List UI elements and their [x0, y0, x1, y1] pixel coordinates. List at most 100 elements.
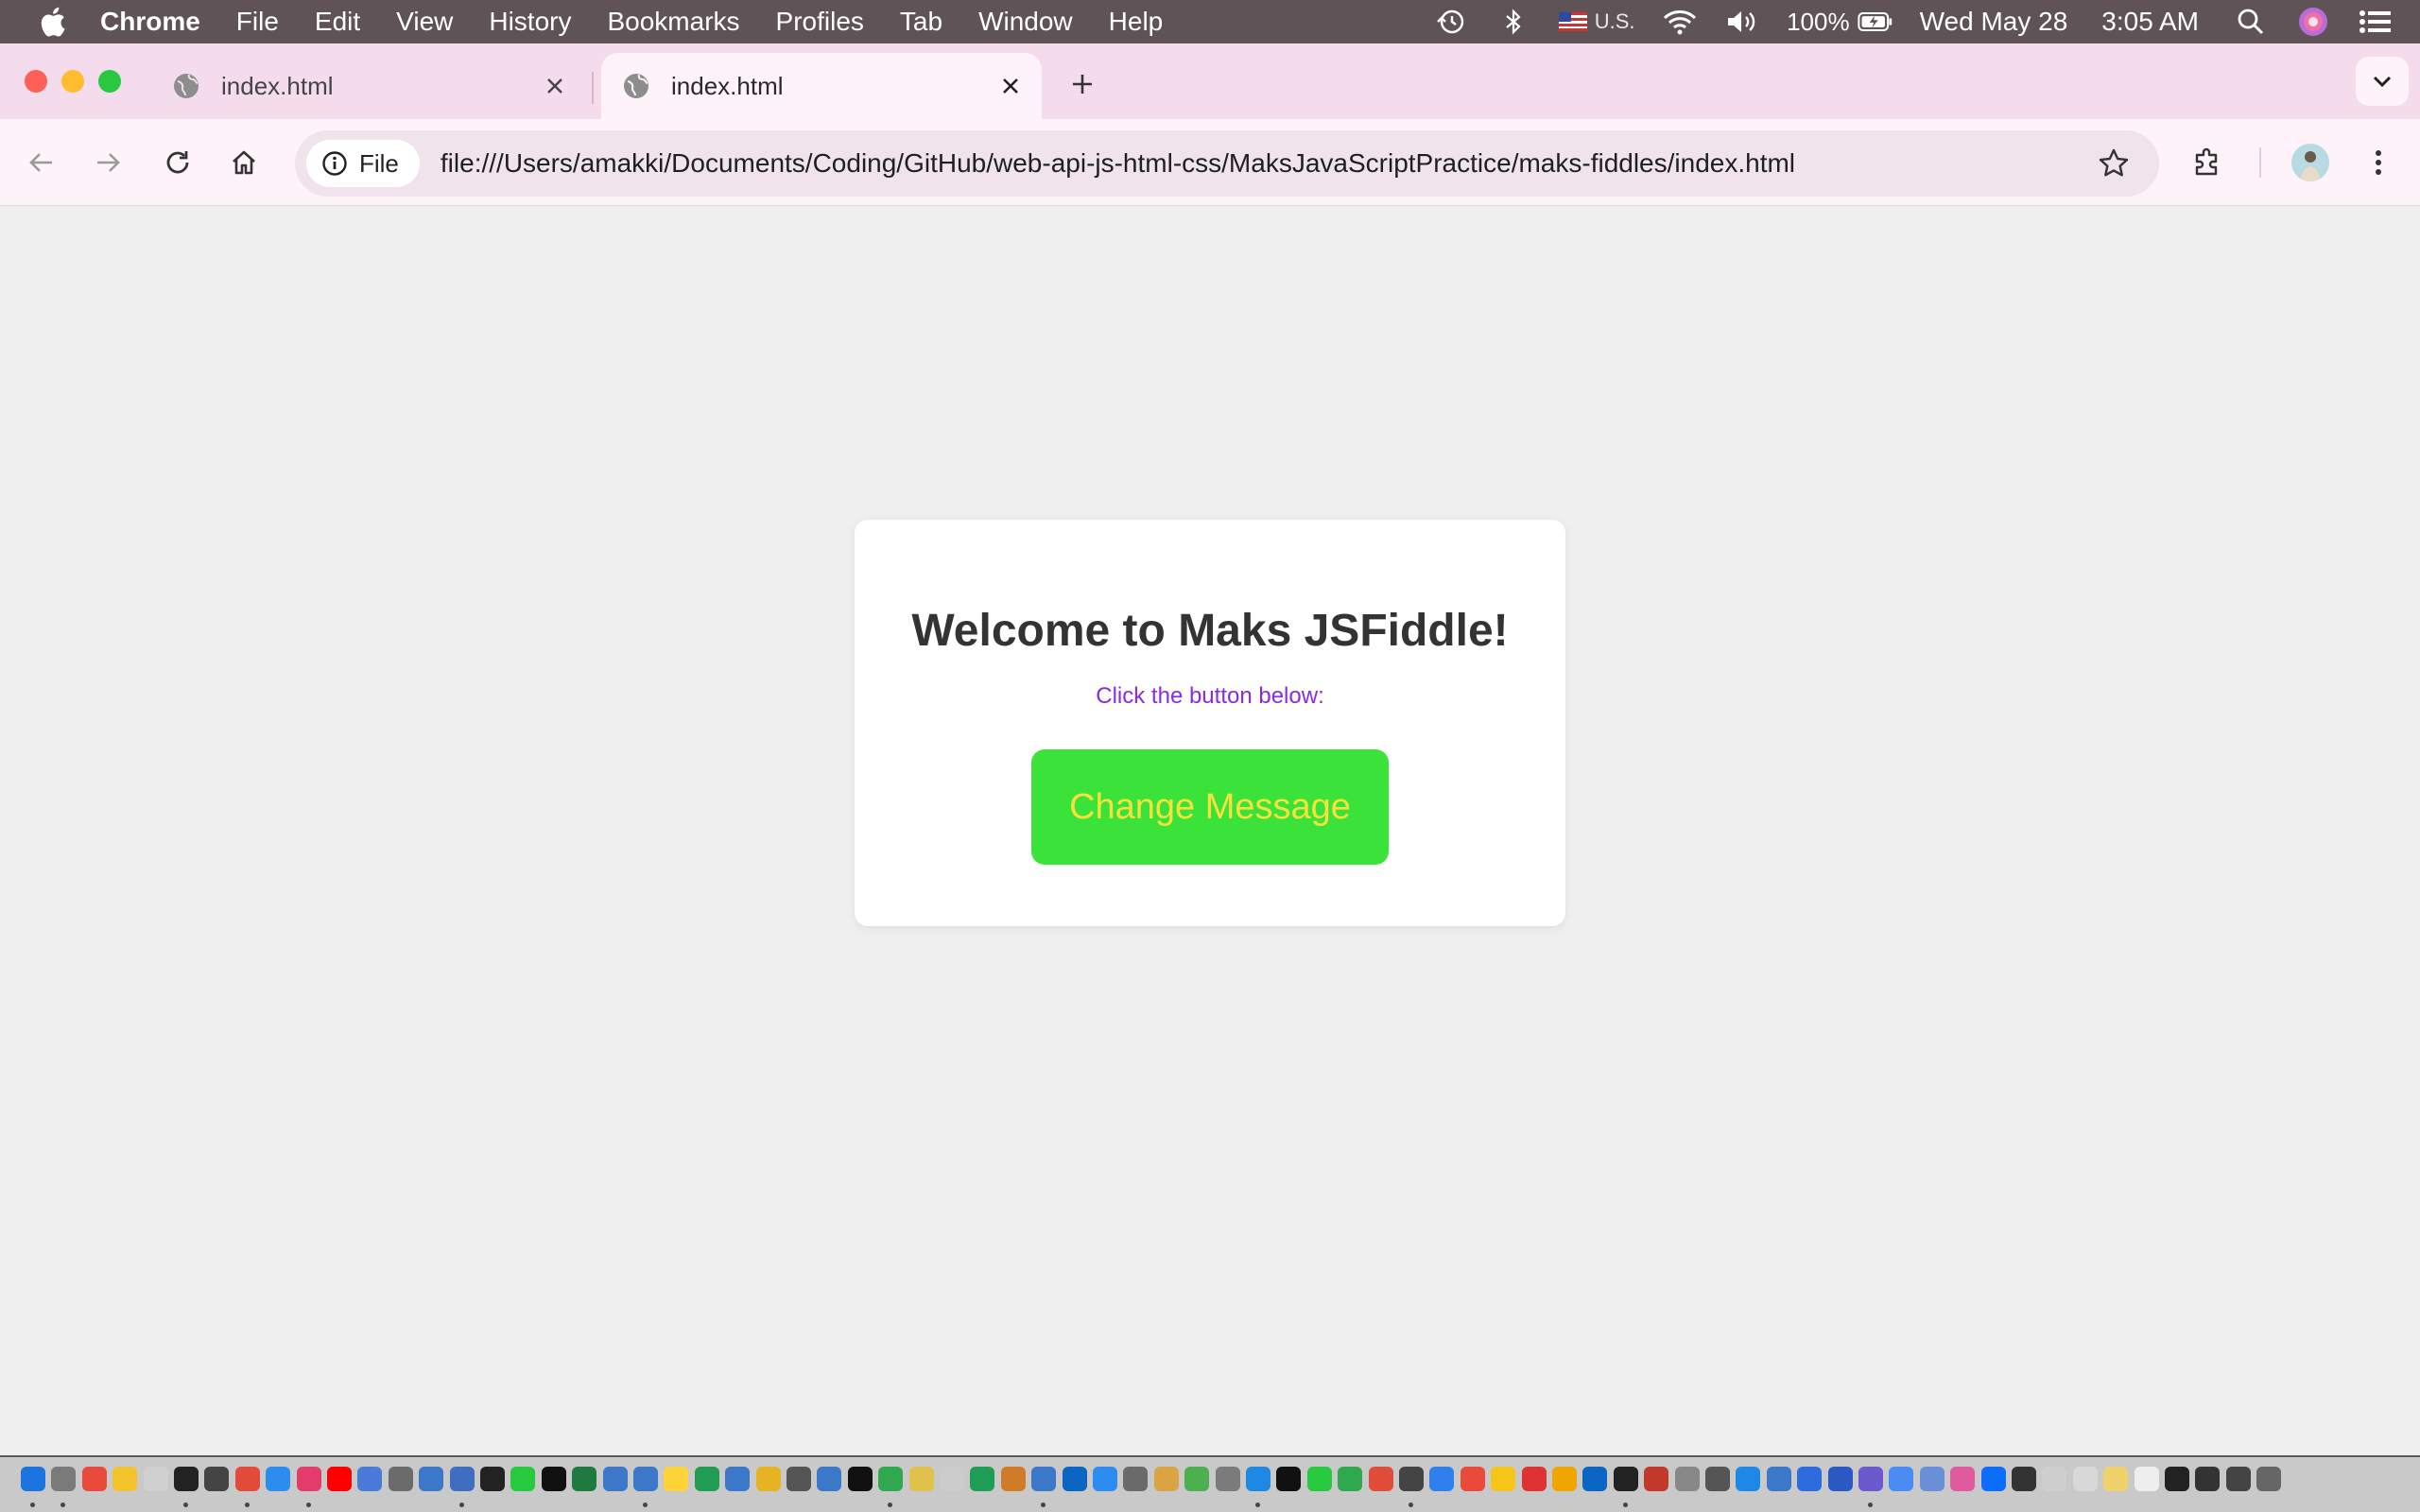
dock-app-icon[interactable]: [664, 1467, 689, 1491]
dock-app-icon[interactable]: [602, 1467, 628, 1491]
dock-app-icon[interactable]: [296, 1467, 321, 1491]
dock-app-icon[interactable]: [1827, 1467, 1853, 1491]
home-button[interactable]: [221, 140, 267, 185]
dock-app-icon[interactable]: [1246, 1467, 1270, 1491]
profile-avatar[interactable]: [2291, 144, 2329, 181]
dock-app-icon[interactable]: [143, 1467, 168, 1491]
menubar-date[interactable]: Wed May 28: [1920, 7, 2068, 37]
dock-app-icon[interactable]: [694, 1467, 719, 1491]
dock-app-icon[interactable]: [2256, 1467, 2282, 1491]
dock-app-icon[interactable]: [755, 1467, 781, 1491]
dock-app-icon[interactable]: [1766, 1467, 1791, 1491]
spotlight-search-icon[interactable]: [2233, 8, 2269, 36]
window-zoom-button[interactable]: [98, 70, 121, 93]
dock-app-icon[interactable]: [204, 1467, 230, 1491]
dock-app-icon[interactable]: [2103, 1467, 2129, 1491]
dock-app-icon[interactable]: [786, 1467, 811, 1491]
chrome-menu-button[interactable]: [2356, 140, 2401, 185]
dock-app-icon[interactable]: [1950, 1467, 1976, 1491]
dock-app-icon[interactable]: [1736, 1467, 1761, 1491]
forward-button[interactable]: [85, 140, 130, 185]
dock-app-icon[interactable]: [970, 1467, 995, 1491]
dock-app-icon[interactable]: [1460, 1467, 1485, 1491]
dock-app-icon[interactable]: [1705, 1467, 1730, 1491]
apple-logo-icon[interactable]: [38, 6, 66, 38]
menu-profiles[interactable]: Profiles: [776, 7, 864, 37]
dock-app-icon[interactable]: [1889, 1467, 1914, 1491]
dock-app-icon[interactable]: [81, 1467, 107, 1491]
window-close-button[interactable]: [25, 70, 47, 93]
dock-app-icon[interactable]: [357, 1467, 383, 1491]
volume-icon[interactable]: [1724, 8, 1760, 36]
dock-app-icon[interactable]: [1184, 1467, 1210, 1491]
dock-app-icon[interactable]: [327, 1467, 352, 1491]
menu-view[interactable]: View: [396, 7, 453, 37]
menu-history[interactable]: History: [489, 7, 571, 37]
site-info-chip[interactable]: File: [306, 140, 420, 187]
back-button[interactable]: [19, 140, 64, 185]
dock-app-icon[interactable]: [1980, 1467, 2006, 1491]
dock-app-icon[interactable]: [388, 1467, 413, 1491]
dock-app-icon[interactable]: [908, 1467, 934, 1491]
close-tab-icon[interactable]: [541, 72, 569, 100]
dock-app-icon[interactable]: [1062, 1467, 1087, 1491]
dock-app-icon[interactable]: [2195, 1467, 2221, 1491]
menu-app-name[interactable]: Chrome: [100, 7, 200, 37]
time-machine-icon[interactable]: [1433, 8, 1469, 36]
menu-bookmarks[interactable]: Bookmarks: [607, 7, 739, 37]
url-text[interactable]: file:///Users/amakki/Documents/Coding/Gi…: [441, 148, 2095, 179]
bookmark-star-icon[interactable]: [2095, 145, 2133, 182]
dock-app-icon[interactable]: [1306, 1467, 1332, 1491]
control-center-icon[interactable]: [2358, 8, 2394, 36]
dock-app-icon[interactable]: [1153, 1467, 1179, 1491]
menu-tab[interactable]: Tab: [900, 7, 942, 37]
address-bar[interactable]: File file:///Users/amakki/Documents/Codi…: [295, 130, 2159, 197]
dock-app-icon[interactable]: [174, 1467, 199, 1491]
siri-icon[interactable]: [2295, 8, 2331, 36]
close-tab-icon[interactable]: [996, 72, 1025, 100]
dock-app-icon[interactable]: [1644, 1467, 1669, 1491]
dock-app-icon[interactable]: [1276, 1467, 1302, 1491]
dock-app-icon[interactable]: [2134, 1467, 2159, 1491]
battery-charging-icon[interactable]: [1857, 8, 1893, 36]
window-minimize-button[interactable]: [61, 70, 84, 93]
dock-app-icon[interactable]: [940, 1467, 964, 1491]
dock-app-icon[interactable]: [2072, 1467, 2098, 1491]
dock-app-icon[interactable]: [510, 1467, 536, 1491]
menu-help[interactable]: Help: [1109, 7, 1164, 37]
extensions-button[interactable]: [2186, 140, 2231, 185]
dock-app-icon[interactable]: [878, 1467, 904, 1491]
dock-app-icon[interactable]: [2165, 1467, 2189, 1491]
dock-app-icon[interactable]: [1521, 1467, 1547, 1491]
new-tab-button[interactable]: [1063, 64, 1102, 104]
change-message-button[interactable]: Change Message: [1031, 749, 1389, 865]
menubar-time[interactable]: 3:05 AM: [2101, 7, 2199, 37]
dock-app-icon[interactable]: [1674, 1467, 1700, 1491]
menu-window[interactable]: Window: [978, 7, 1073, 37]
tab-search-button[interactable]: [2356, 57, 2409, 106]
dock-app-icon[interactable]: [1613, 1467, 1638, 1491]
dock-app-icon[interactable]: [51, 1467, 77, 1491]
dock-app-icon[interactable]: [112, 1467, 138, 1491]
dock-app-icon[interactable]: [1797, 1467, 1823, 1491]
dock-app-icon[interactable]: [1000, 1467, 1026, 1491]
dock-app-icon[interactable]: [1919, 1467, 1945, 1491]
reload-button[interactable]: [155, 140, 200, 185]
dock-app-icon[interactable]: [1123, 1467, 1149, 1491]
dock-app-icon[interactable]: [633, 1467, 658, 1491]
dock-app-icon[interactable]: [2225, 1467, 2251, 1491]
tab-index-html-1[interactable]: index.html: [151, 53, 586, 119]
dock-app-icon[interactable]: [572, 1467, 597, 1491]
dock-app-icon[interactable]: [541, 1467, 566, 1491]
dock-app-icon[interactable]: [1858, 1467, 1883, 1491]
keyboard-layout-indicator[interactable]: U.S.: [1558, 8, 1635, 36]
dock-app-icon[interactable]: [419, 1467, 444, 1491]
dock-app-icon[interactable]: [1338, 1467, 1363, 1491]
dock-app-icon[interactable]: [1429, 1467, 1455, 1491]
dock-app-icon[interactable]: [1491, 1467, 1516, 1491]
menu-edit[interactable]: Edit: [315, 7, 360, 37]
dock-app-icon[interactable]: [1031, 1467, 1057, 1491]
wifi-icon[interactable]: [1662, 8, 1698, 36]
dock-app-icon[interactable]: [2042, 1467, 2067, 1491]
menu-file[interactable]: File: [236, 7, 279, 37]
